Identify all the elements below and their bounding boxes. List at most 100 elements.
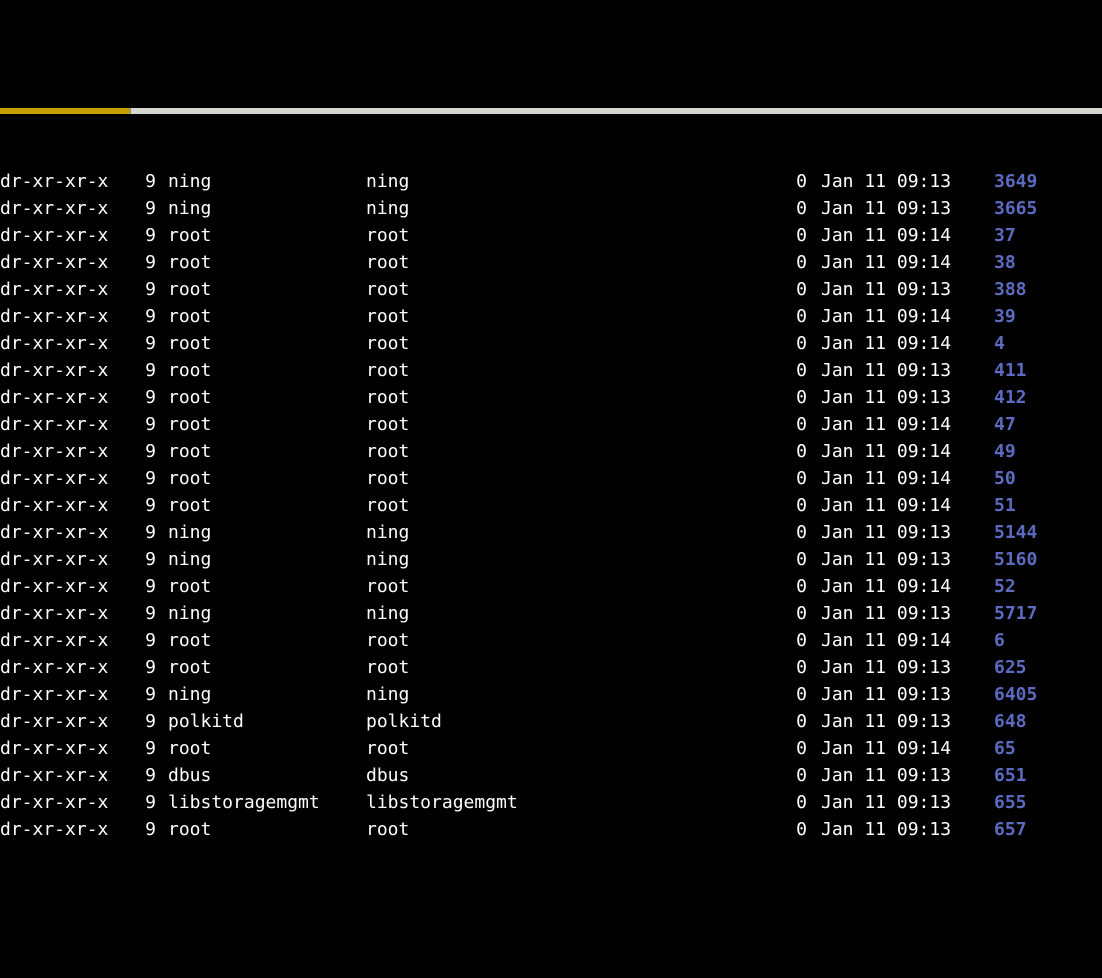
permissions: dr-xr-xr-x [0, 222, 119, 249]
filename: 51 [982, 492, 1016, 519]
permissions: dr-xr-xr-x [0, 384, 119, 411]
link-count: 9 [119, 762, 156, 789]
link-count: 9 [119, 411, 156, 438]
ls-row: dr-xr-xr-x9ningning0Jan 11 09:136405 [0, 681, 1102, 708]
date: Jan 11 09:13 [807, 681, 982, 708]
date: Jan 11 09:13 [807, 789, 982, 816]
date: Jan 11 09:14 [807, 492, 982, 519]
size: 0 [784, 249, 807, 276]
size: 0 [784, 303, 807, 330]
owner: root [156, 492, 366, 519]
size: 0 [784, 573, 807, 600]
date: Jan 11 09:14 [807, 438, 982, 465]
ls-row: dr-xr-xr-x9polkitdpolkitd0Jan 11 09:1364… [0, 708, 1102, 735]
ls-row: dr-xr-xr-x9rootroot0Jan 11 09:1439 [0, 303, 1102, 330]
permissions: dr-xr-xr-x [0, 303, 119, 330]
link-count: 9 [119, 708, 156, 735]
size: 0 [784, 708, 807, 735]
group: root [366, 303, 784, 330]
date: Jan 11 09:13 [807, 168, 982, 195]
window-top-bar [0, 108, 1102, 114]
date: Jan 11 09:14 [807, 573, 982, 600]
filename: 412 [982, 384, 1027, 411]
permissions: dr-xr-xr-x [0, 546, 119, 573]
link-count: 9 [119, 519, 156, 546]
permissions: dr-xr-xr-x [0, 465, 119, 492]
group: root [366, 411, 784, 438]
ls-row: dr-xr-xr-x9ningning0Jan 11 09:135160 [0, 546, 1102, 573]
owner: root [156, 573, 366, 600]
filename: 4 [982, 330, 1005, 357]
link-count: 9 [119, 276, 156, 303]
terminal-output[interactable]: dr-xr-xr-x9ningning0Jan 11 09:133649dr-x… [0, 168, 1102, 843]
ls-row: dr-xr-xr-x9rootroot0Jan 11 09:1449 [0, 438, 1102, 465]
link-count: 9 [119, 249, 156, 276]
date: Jan 11 09:13 [807, 384, 982, 411]
filename: 65 [982, 735, 1016, 762]
date: Jan 11 09:13 [807, 816, 982, 843]
date: Jan 11 09:13 [807, 195, 982, 222]
owner: root [156, 330, 366, 357]
filename: 52 [982, 573, 1016, 600]
date: Jan 11 09:13 [807, 600, 982, 627]
link-count: 9 [119, 492, 156, 519]
permissions: dr-xr-xr-x [0, 168, 119, 195]
group: root [366, 438, 784, 465]
ls-row: dr-xr-xr-x9rootroot0Jan 11 09:13388 [0, 276, 1102, 303]
permissions: dr-xr-xr-x [0, 735, 119, 762]
ls-row: dr-xr-xr-x9rootroot0Jan 11 09:1450 [0, 465, 1102, 492]
size: 0 [784, 465, 807, 492]
filename: 47 [982, 411, 1016, 438]
group: root [366, 735, 784, 762]
filename: 651 [982, 762, 1027, 789]
owner: dbus [156, 762, 366, 789]
link-count: 9 [119, 195, 156, 222]
owner: libstoragemgmt [156, 789, 366, 816]
permissions: dr-xr-xr-x [0, 573, 119, 600]
filename: 37 [982, 222, 1016, 249]
owner: root [156, 735, 366, 762]
link-count: 9 [119, 627, 156, 654]
link-count: 9 [119, 735, 156, 762]
ls-row: dr-xr-xr-x9rootroot0Jan 11 09:1451 [0, 492, 1102, 519]
filename: 655 [982, 789, 1027, 816]
filename: 648 [982, 708, 1027, 735]
link-count: 9 [119, 789, 156, 816]
group: root [366, 465, 784, 492]
owner: root [156, 654, 366, 681]
owner: root [156, 303, 366, 330]
filename: 411 [982, 357, 1027, 384]
filename: 50 [982, 465, 1016, 492]
filename: 5717 [982, 600, 1037, 627]
filename: 5160 [982, 546, 1037, 573]
date: Jan 11 09:14 [807, 465, 982, 492]
ls-row: dr-xr-xr-x9dbusdbus0Jan 11 09:13651 [0, 762, 1102, 789]
size: 0 [784, 762, 807, 789]
owner: root [156, 357, 366, 384]
date: Jan 11 09:13 [807, 519, 982, 546]
top-bar-segment-gold [0, 108, 130, 114]
group: ning [366, 681, 784, 708]
ls-row: dr-xr-xr-x9rootroot0Jan 11 09:13412 [0, 384, 1102, 411]
permissions: dr-xr-xr-x [0, 276, 119, 303]
permissions: dr-xr-xr-x [0, 816, 119, 843]
date: Jan 11 09:13 [807, 708, 982, 735]
permissions: dr-xr-xr-x [0, 411, 119, 438]
permissions: dr-xr-xr-x [0, 519, 119, 546]
permissions: dr-xr-xr-x [0, 195, 119, 222]
owner: root [156, 384, 366, 411]
group: root [366, 654, 784, 681]
link-count: 9 [119, 384, 156, 411]
size: 0 [784, 357, 807, 384]
owner: ning [156, 546, 366, 573]
group: root [366, 222, 784, 249]
size: 0 [784, 681, 807, 708]
link-count: 9 [119, 654, 156, 681]
permissions: dr-xr-xr-x [0, 627, 119, 654]
size: 0 [784, 816, 807, 843]
top-bar-segment-gray [130, 108, 1102, 114]
size: 0 [784, 222, 807, 249]
size: 0 [784, 384, 807, 411]
group: root [366, 249, 784, 276]
owner: ning [156, 168, 366, 195]
